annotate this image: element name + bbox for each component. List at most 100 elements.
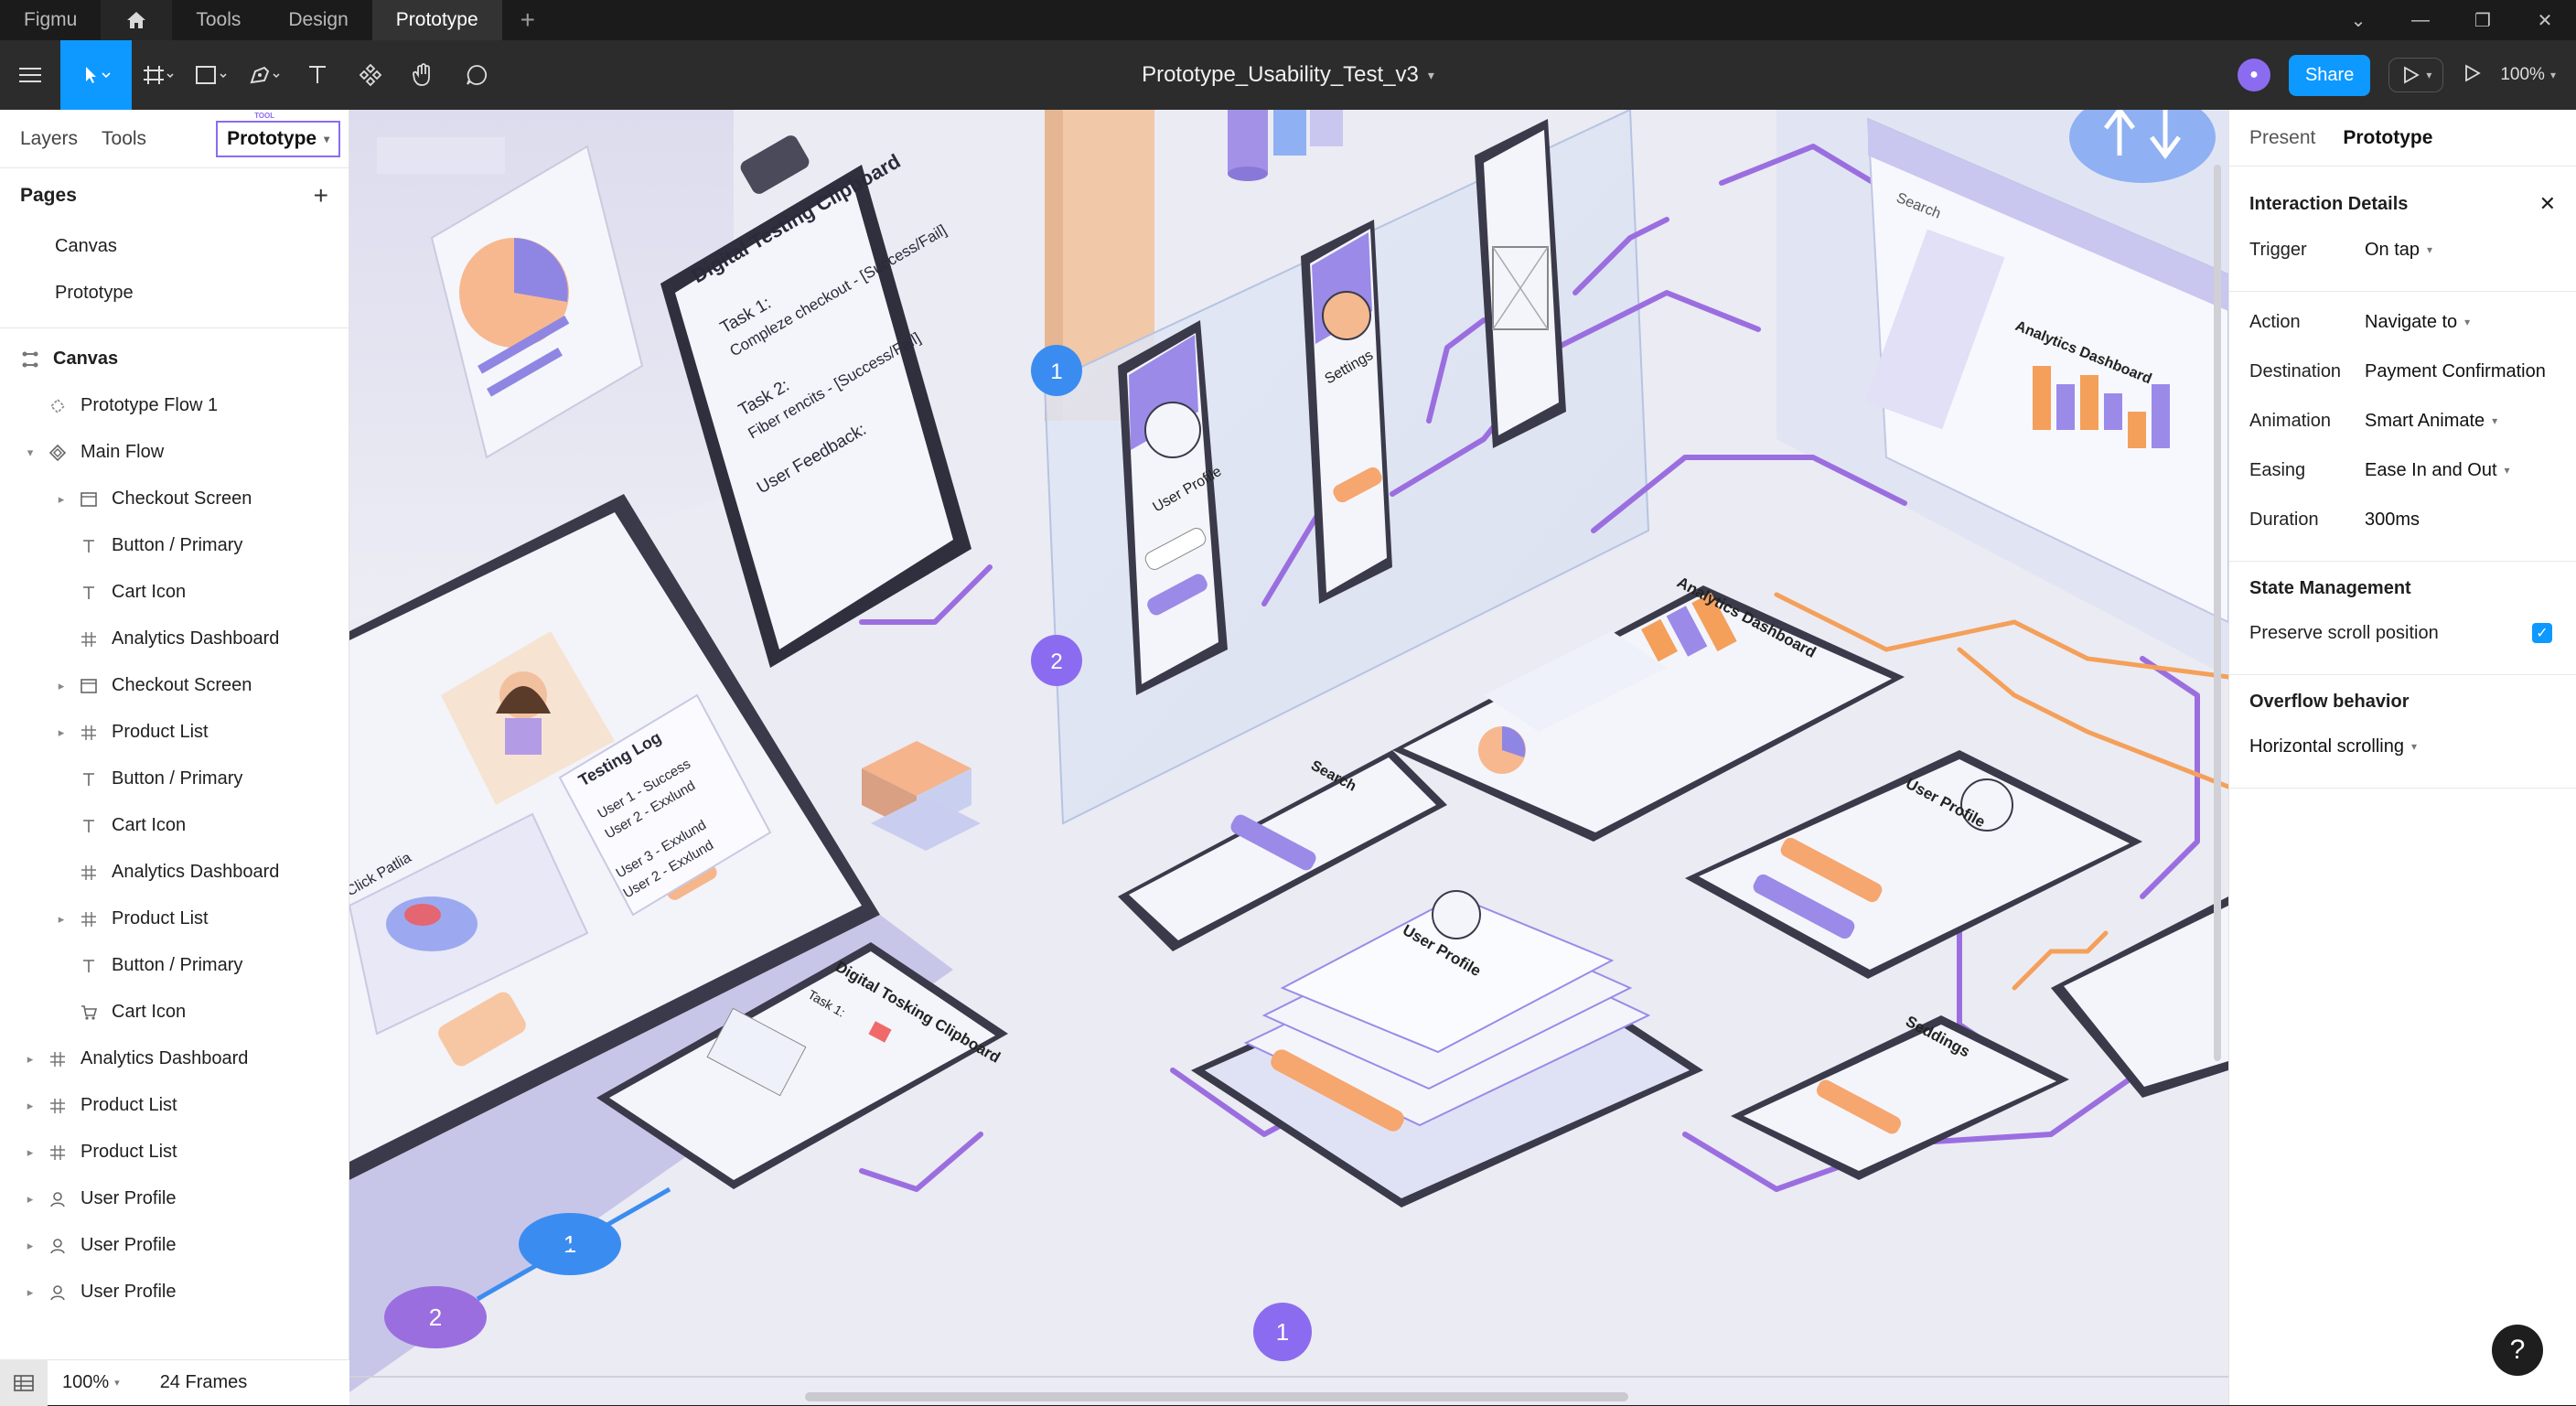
share-button[interactable]: Share [2288, 54, 2371, 96]
layer-item[interactable]: ▸ Product List [0, 1129, 349, 1175]
chevron-down-icon[interactable]: ⌄ [2327, 0, 2389, 40]
layer-item[interactable]: ▸ Product List [0, 709, 349, 756]
tab-layers[interactable]: Layers [20, 128, 78, 150]
layer-item[interactable]: ▾ Main Flow [0, 429, 349, 476]
minimize-icon[interactable]: — [2389, 0, 2452, 40]
chevron-right-icon[interactable]: ▸ [24, 1239, 37, 1253]
step-badge-purple[interactable]: 2 [384, 1286, 487, 1348]
layer-item[interactable]: ▸ User Profile [0, 1175, 349, 1222]
tab-prototype[interactable]: Prototype [371, 0, 502, 40]
overflow-dropdown[interactable]: Horizontal scrolling ▾ [2249, 736, 2417, 757]
canvas-icon [20, 349, 40, 370]
canvas-layer-header[interactable]: Canvas [0, 336, 349, 382]
preserve-scroll-checkbox[interactable]: ✓ [2532, 623, 2552, 643]
comment-icon[interactable] [450, 40, 503, 110]
chevron-down-icon[interactable]: ▾ [24, 445, 37, 460]
menu-icon[interactable] [0, 40, 60, 110]
layer-item[interactable]: Cart Icon [0, 569, 349, 616]
footer-zoom[interactable]: 100% [62, 1372, 109, 1393]
chevron-right-icon[interactable]: ▸ [55, 725, 68, 740]
trigger-label: Trigger [2249, 239, 2307, 260]
collaborator-avatar[interactable]: ● [2237, 59, 2270, 91]
canvas-vertical-scrollbar[interactable] [2214, 165, 2221, 1061]
action-dropdown[interactable]: Navigate to ▾ [2365, 312, 2470, 333]
canvas-horizontal-scrollbar[interactable] [805, 1392, 1628, 1401]
chevron-right-icon[interactable]: ▸ [24, 1145, 37, 1160]
tab-prototype-right[interactable]: Prototype [2343, 127, 2432, 149]
step-badge-1[interactable]: 1 [1031, 345, 1082, 396]
page-item-prototype[interactable]: Prototype [0, 270, 349, 317]
layer-item[interactable]: ▸ Product List [0, 1082, 349, 1129]
layer-item[interactable]: Prototype Flow 1 [0, 382, 349, 429]
trigger-dropdown[interactable]: On tap ▾ [2365, 240, 2432, 261]
home-icon[interactable] [101, 0, 173, 40]
grid-view-icon[interactable] [0, 1359, 48, 1406]
tab-prototype-left[interactable]: Prototype ▾ TOOL [216, 112, 341, 157]
layer-item[interactable]: Analytics Dashboard [0, 849, 349, 896]
duration-input[interactable]: 300ms [2365, 510, 2420, 531]
layer-item[interactable]: ▸ Analytics Dashboard [0, 1036, 349, 1082]
badge-purple-label: 2 [429, 1304, 442, 1331]
action-value: Navigate to [2365, 311, 2458, 332]
layer-item[interactable]: ▸ Checkout Screen [0, 476, 349, 522]
layer-item[interactable]: ▸ User Profile [0, 1269, 349, 1315]
hash-icon [48, 1049, 68, 1069]
step-badge-bottom-1[interactable]: 1 [1253, 1303, 1312, 1361]
chevron-right-icon[interactable]: ▸ [24, 1099, 37, 1113]
layers-panel: Layers Tools Prototype ▾ TOOL Pages + Ca… [0, 110, 349, 1406]
design-canvas[interactable]: Digital Testing Clipboard Task 1: Comple… [349, 110, 2228, 1405]
add-page-plus-icon[interactable]: + [314, 181, 328, 210]
close-window-icon[interactable]: ✕ [2514, 0, 2576, 40]
chevron-right-icon[interactable]: ▸ [24, 1285, 37, 1300]
app-name[interactable]: Figmu [0, 0, 101, 40]
duration-row: Duration 300ms [2229, 495, 2576, 544]
layer-item[interactable]: Cart Icon [0, 802, 349, 849]
chevron-right-icon[interactable]: ▸ [55, 679, 68, 693]
layer-item[interactable]: ▸ User Profile [0, 1222, 349, 1269]
layer-item[interactable]: ▸ Checkout Screen [0, 662, 349, 709]
layer-item[interactable]: Cart Icon [0, 989, 349, 1036]
tab-prototype-label: Prototype [227, 127, 317, 149]
canvas-layer-label: Canvas [53, 349, 119, 369]
tab-design[interactable]: Design [264, 0, 371, 40]
interaction-details-header: Interaction Details ✕ [2229, 179, 2576, 225]
layer-item[interactable]: Button / Primary [0, 756, 349, 802]
layer-item[interactable]: Button / Primary [0, 942, 349, 989]
chevron-right-icon[interactable]: ▸ [24, 1192, 37, 1207]
layer-item[interactable]: ▸ Product List [0, 896, 349, 942]
step-badge-2[interactable]: 2 [1031, 635, 1082, 686]
destination-dropdown[interactable]: Payment Confirmation [2365, 361, 2546, 382]
tab-present[interactable]: Present [2249, 127, 2315, 149]
destination-label: Destination [2249, 360, 2342, 381]
close-icon[interactable]: ✕ [2539, 192, 2556, 216]
easing-dropdown[interactable]: Ease In and Out ▾ [2365, 460, 2510, 481]
file-title[interactable]: Prototype_Usability_Test_v3 ▾ [1142, 62, 1434, 88]
animation-dropdown[interactable]: Smart Animate ▾ [2365, 411, 2497, 432]
preview-play-icon[interactable] [2462, 63, 2482, 88]
animation-value: Smart Animate [2365, 410, 2485, 431]
action-section: Action Navigate to ▾ Destination Payment … [2229, 292, 2576, 562]
prototype-panel: Present Prototype Interaction Details ✕ … [2228, 110, 2576, 1405]
layer-item[interactable]: Analytics Dashboard [0, 616, 349, 662]
new-tab-plus-icon[interactable]: + [502, 0, 553, 40]
components-icon[interactable] [344, 40, 397, 110]
tab-tools[interactable]: Tools [172, 0, 264, 40]
move-tool-icon[interactable] [60, 40, 132, 110]
pen-tool-icon[interactable] [238, 40, 291, 110]
chevron-right-icon[interactable]: ▸ [55, 912, 68, 927]
frame-tool-icon[interactable] [132, 40, 185, 110]
layer-label: User Profile [80, 1282, 177, 1302]
tab-tools-left[interactable]: Tools [102, 128, 146, 150]
hand-tool-icon[interactable] [397, 40, 450, 110]
layer-item[interactable]: Button / Primary [0, 522, 349, 569]
chevron-right-icon[interactable]: ▸ [24, 1052, 37, 1067]
zoom-value: 100% [2500, 65, 2545, 84]
rectangle-tool-icon[interactable] [185, 40, 238, 110]
text-tool-icon[interactable] [291, 40, 344, 110]
zoom-dropdown[interactable]: 100% ▾ [2500, 65, 2556, 85]
help-button[interactable]: ? [2492, 1325, 2543, 1376]
page-item-canvas[interactable]: Canvas [0, 223, 349, 270]
restore-icon[interactable]: ❐ [2452, 0, 2514, 40]
present-button[interactable]: ▾ [2388, 58, 2444, 92]
chevron-right-icon[interactable]: ▸ [55, 492, 68, 507]
